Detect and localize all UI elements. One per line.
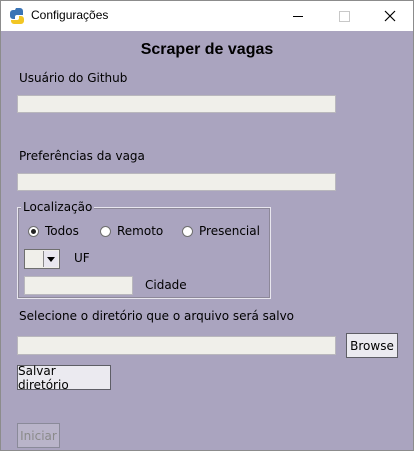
preferences-input[interactable] <box>18 174 341 190</box>
uf-label: UF <box>74 251 90 265</box>
uf-select[interactable] <box>24 249 60 269</box>
close-icon <box>384 10 396 22</box>
start-button[interactable]: Iniciar <box>17 423 60 448</box>
chevron-down-icon <box>47 256 55 262</box>
close-button[interactable] <box>367 1 413 31</box>
python-icon <box>9 7 25 25</box>
github-label: Usuário do Github <box>19 71 128 85</box>
directory-label: Selecione o diretório que o arquivo será… <box>19 309 295 323</box>
page-title: Scraper de vagas <box>140 41 274 58</box>
city-input[interactable] <box>25 277 138 294</box>
preferences-label: Preferências da vaga <box>19 149 145 163</box>
radio-selected-dot <box>31 228 36 234</box>
radio-presencial[interactable]: Presencial <box>182 224 260 238</box>
radio-todos-circle[interactable] <box>28 225 39 237</box>
radio-presencial-label: Presencial <box>199 224 260 238</box>
config-window: Configurações Scraper de vagas Usuário d… <box>0 0 414 451</box>
preferences-field[interactable] <box>17 173 341 191</box>
title-bar: Configurações <box>1 1 413 31</box>
city-field[interactable] <box>24 276 138 295</box>
radio-presencial-circle[interactable] <box>182 225 193 237</box>
window-title: Configurações <box>31 8 109 22</box>
save-directory-button[interactable]: Salvar diretório <box>17 364 111 392</box>
radio-todos[interactable]: Todos <box>28 224 79 238</box>
github-input[interactable] <box>18 96 341 112</box>
city-label: Cidade <box>145 278 187 292</box>
github-field[interactable] <box>17 95 341 113</box>
maximize-icon <box>338 10 350 22</box>
browse-button[interactable]: Browse <box>346 333 398 358</box>
radio-remoto-label: Remoto <box>117 224 164 238</box>
maximize-button[interactable] <box>321 1 367 31</box>
directory-input[interactable] <box>18 337 341 354</box>
uf-dropdown-button[interactable] <box>43 251 58 267</box>
radio-todos-label: Todos <box>45 224 79 238</box>
minimize-button[interactable] <box>275 1 321 31</box>
radio-remoto-circle[interactable] <box>100 225 111 237</box>
directory-field[interactable] <box>17 336 341 355</box>
radio-remoto[interactable]: Remoto <box>100 224 163 238</box>
minimize-icon <box>293 15 303 17</box>
location-group-label: Localização <box>21 200 95 214</box>
